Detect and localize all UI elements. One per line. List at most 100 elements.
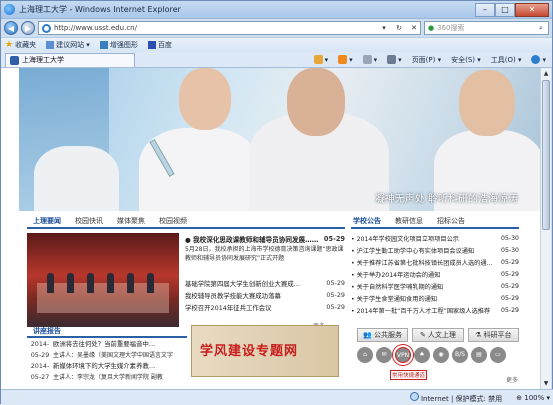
url-text[interactable]: http://www.usst.edu.cn/ (54, 24, 375, 32)
fav-item-baidu[interactable]: 百度 (147, 40, 172, 50)
tools-menu[interactable]: 工具(O) ▾ (491, 55, 522, 65)
favorites-label: 收藏夹 (15, 41, 37, 49)
favorites-bar: ★ 收藏夹 建议网站 ▾ 增强图形 百度 (1, 37, 552, 52)
list-item[interactable]: • 关于自然科学医学哺乳期的通知 05-29 (351, 280, 519, 292)
mail-button[interactable]: ▾ (362, 55, 377, 65)
people-icon: 👥 (363, 331, 373, 339)
scroll-up-icon[interactable]: ▲ (541, 68, 551, 79)
lecture-topic[interactable]: 新媒体环境下的大学生媒介素养教… (53, 361, 155, 370)
library-service-icon[interactable]: ▤ (471, 347, 487, 363)
status-bar: Internet | 保护模式: 禁用 ⊕ 100% ▾ (1, 389, 553, 405)
lab-icon: ⚗ (475, 331, 482, 339)
globe-icon (409, 391, 419, 401)
tab-school-notices[interactable]: 学校公告 (353, 216, 381, 226)
news-summary: 5月28日，我校承担的上海市学校德育决策咨询课题“思政课教师和辅导员协同发展研究… (185, 246, 344, 262)
notice-title[interactable]: • 关于学生食堂通知食用的通知 (351, 294, 495, 303)
lecture-topic[interactable]: 欧洲将去往何处？当前重要福音中… (53, 339, 155, 348)
notice-title[interactable]: • 关于自然科学医学哺乳期的通知 (351, 282, 495, 291)
search-placeholder: 360搜索 (437, 24, 465, 32)
page-menu[interactable]: 页面(P) ▾ (412, 55, 441, 65)
list-item[interactable]: • 沪江学生勤工助学中心有实体项目会议通知 05-30 (351, 244, 519, 256)
tab-research-platform[interactable]: ⚗ 科研平台 (467, 328, 519, 342)
zoom-icon: ⊕ (516, 393, 522, 402)
tab-tender-notices[interactable]: 招标公告 (437, 216, 465, 226)
list-item[interactable]: 2014- 欧洲将去往何处？当前重要福音中… (27, 338, 187, 349)
print-button[interactable]: ▾ (387, 55, 402, 65)
news-title[interactable]: 基础学院第四届大学生创新创业大赛成… (185, 279, 319, 288)
list-item[interactable]: • 2014年学校园文化项目立项项目公示 05-30 (351, 232, 519, 244)
banner-text: 学风建设专题网 (200, 344, 299, 359)
tab-public-service[interactable]: 👥 公共服务 (357, 328, 409, 342)
list-item[interactable]: • 关于举办2014年运动会的通知 05-29 (351, 268, 519, 280)
home-button[interactable]: ▾ (313, 55, 328, 65)
tab-top-news[interactable]: 上理要闻 (33, 216, 61, 226)
tab-media-focus[interactable]: 媒体聚焦 (117, 216, 145, 226)
bs-service-icon[interactable]: B/S (452, 347, 468, 363)
fav-item-graphics[interactable]: 增强图形 (99, 40, 138, 50)
study-style-banner[interactable]: 学风建设专题网 (191, 325, 339, 377)
search-input[interactable]: ● 360搜索 ⌕ (424, 21, 549, 35)
site-icon (147, 41, 156, 49)
maximize-button[interactable]: □ (495, 2, 515, 17)
notice-title[interactable]: • 2014年第一批“百千万人才工程”国家级人选推荐 (351, 306, 495, 315)
notice-title[interactable]: • 2014年学校园文化项目立项项目公示 (351, 234, 495, 243)
list-item[interactable]: • 关于推荐江苏省第七批科技镇长团成员人选的通… 05-29 (351, 256, 519, 268)
list-item[interactable]: • 关于学生食堂通知食用的通知 05-29 (351, 292, 519, 304)
forward-button[interactable]: ▶ (21, 21, 35, 35)
notices-more-link[interactable]: 更多 (506, 375, 518, 384)
scroll-down-icon[interactable]: ▼ (541, 378, 551, 389)
close-button[interactable]: ✕ (515, 2, 549, 17)
notice-title[interactable]: • 关于推荐江苏省第七批科技镇长团成员人选的通… (351, 258, 495, 267)
lecture-date: 2014- (30, 339, 50, 348)
fav-label: 增强图形 (109, 41, 138, 49)
search-icon[interactable]: ⌕ (534, 24, 548, 33)
security-zone[interactable]: Internet | 保护模式: 禁用 (409, 391, 502, 404)
home-service-icon[interactable]: ⌂ (357, 347, 373, 363)
list-item[interactable]: 学校召开2014年征兵工作会议 05-29 (185, 301, 345, 313)
news-headline[interactable]: ● 我校深化思政课教师和辅导员协同发展…… 05-29 (185, 233, 345, 245)
lecture-title[interactable]: 讲座报告 (27, 325, 187, 338)
window-title: 上海理工大学 - Windows Internet Explorer (19, 5, 181, 14)
scroll-thumb[interactable] (542, 80, 550, 230)
weibo-service-icon[interactable]: ◉ (433, 347, 449, 363)
list-item[interactable]: • 2014年第一批“百千万人才工程”国家级人选推荐 05-29 (351, 304, 519, 316)
back-button[interactable]: ◀ (4, 21, 18, 35)
list-item[interactable]: 基础学院第四届大学生创新创业大赛成… 05-29 (185, 277, 345, 289)
notice-date: 05-29 (501, 294, 519, 302)
notice-title[interactable]: • 沪江学生勤工助学中心有实体项目会议通知 (351, 246, 495, 255)
tab-usst[interactable]: 上海理工大学 (5, 52, 135, 67)
url-field[interactable]: http://www.usst.edu.cn/ ▾ ↻ ✕ (38, 21, 421, 35)
tab-campus-video[interactable]: 校园视频 (159, 216, 187, 226)
news-title[interactable]: 学校召开2014年征兵工作会议 (185, 303, 319, 312)
news-title[interactable]: 我校辅导员教学技能大赛成功落幕 (185, 291, 319, 300)
screen-service-icon[interactable]: ▭ (490, 347, 506, 363)
refresh-icon[interactable]: ↻ (393, 24, 405, 32)
fav-item-suggested[interactable]: 建议网站 ▾ (46, 40, 90, 50)
vertical-scrollbar[interactable]: ▲ ▼ (540, 68, 551, 389)
user-service-icon[interactable]: ♠ (414, 347, 430, 363)
help-button[interactable]: ▾ (531, 55, 546, 65)
url-dropdown-icon[interactable]: ▾ (378, 24, 390, 32)
minimize-button[interactable]: – (475, 2, 495, 17)
favorites-button[interactable]: ★ 收藏夹 (5, 40, 36, 50)
ie-icon (4, 4, 15, 15)
mail-service-icon[interactable]: ✉ (376, 347, 392, 363)
list-item[interactable]: 2014- 新媒体环境下的大学生媒介素养教… (27, 360, 187, 371)
notice-title[interactable]: • 关于举办2014年运动会的通知 (351, 270, 495, 279)
quick-services: ⌂ ✉ VPN ♠ ◉ B/S ▤ ▭ (357, 347, 519, 363)
stop-icon[interactable]: ✕ (408, 24, 420, 32)
news-photo[interactable] (27, 233, 179, 327)
home-icon (313, 55, 323, 64)
notice-date: 05-30 (501, 234, 519, 242)
zoom-control[interactable]: ⊕ 100% ▾ (516, 394, 550, 402)
list-item[interactable]: 我校辅导员教学技能大赛成功落幕 05-29 (185, 289, 345, 301)
tab-research-info[interactable]: 教研信息 (395, 216, 423, 226)
feeds-button[interactable]: ▾ (338, 55, 353, 65)
tab-humanities[interactable]: ✎ 人文上理 (412, 328, 464, 342)
news-title[interactable]: ● 我校深化思政课教师和辅导员协同发展…… (185, 234, 319, 244)
hero-person (34, 146, 119, 211)
vpn-service-icon[interactable]: VPN (395, 347, 411, 363)
hero-banner[interactable]: 凝神无声处 聆听科研的浩海惊涛 (19, 68, 540, 211)
tab-campus-news[interactable]: 校园快讯 (75, 216, 103, 226)
safety-menu[interactable]: 安全(S) ▾ (451, 55, 481, 65)
